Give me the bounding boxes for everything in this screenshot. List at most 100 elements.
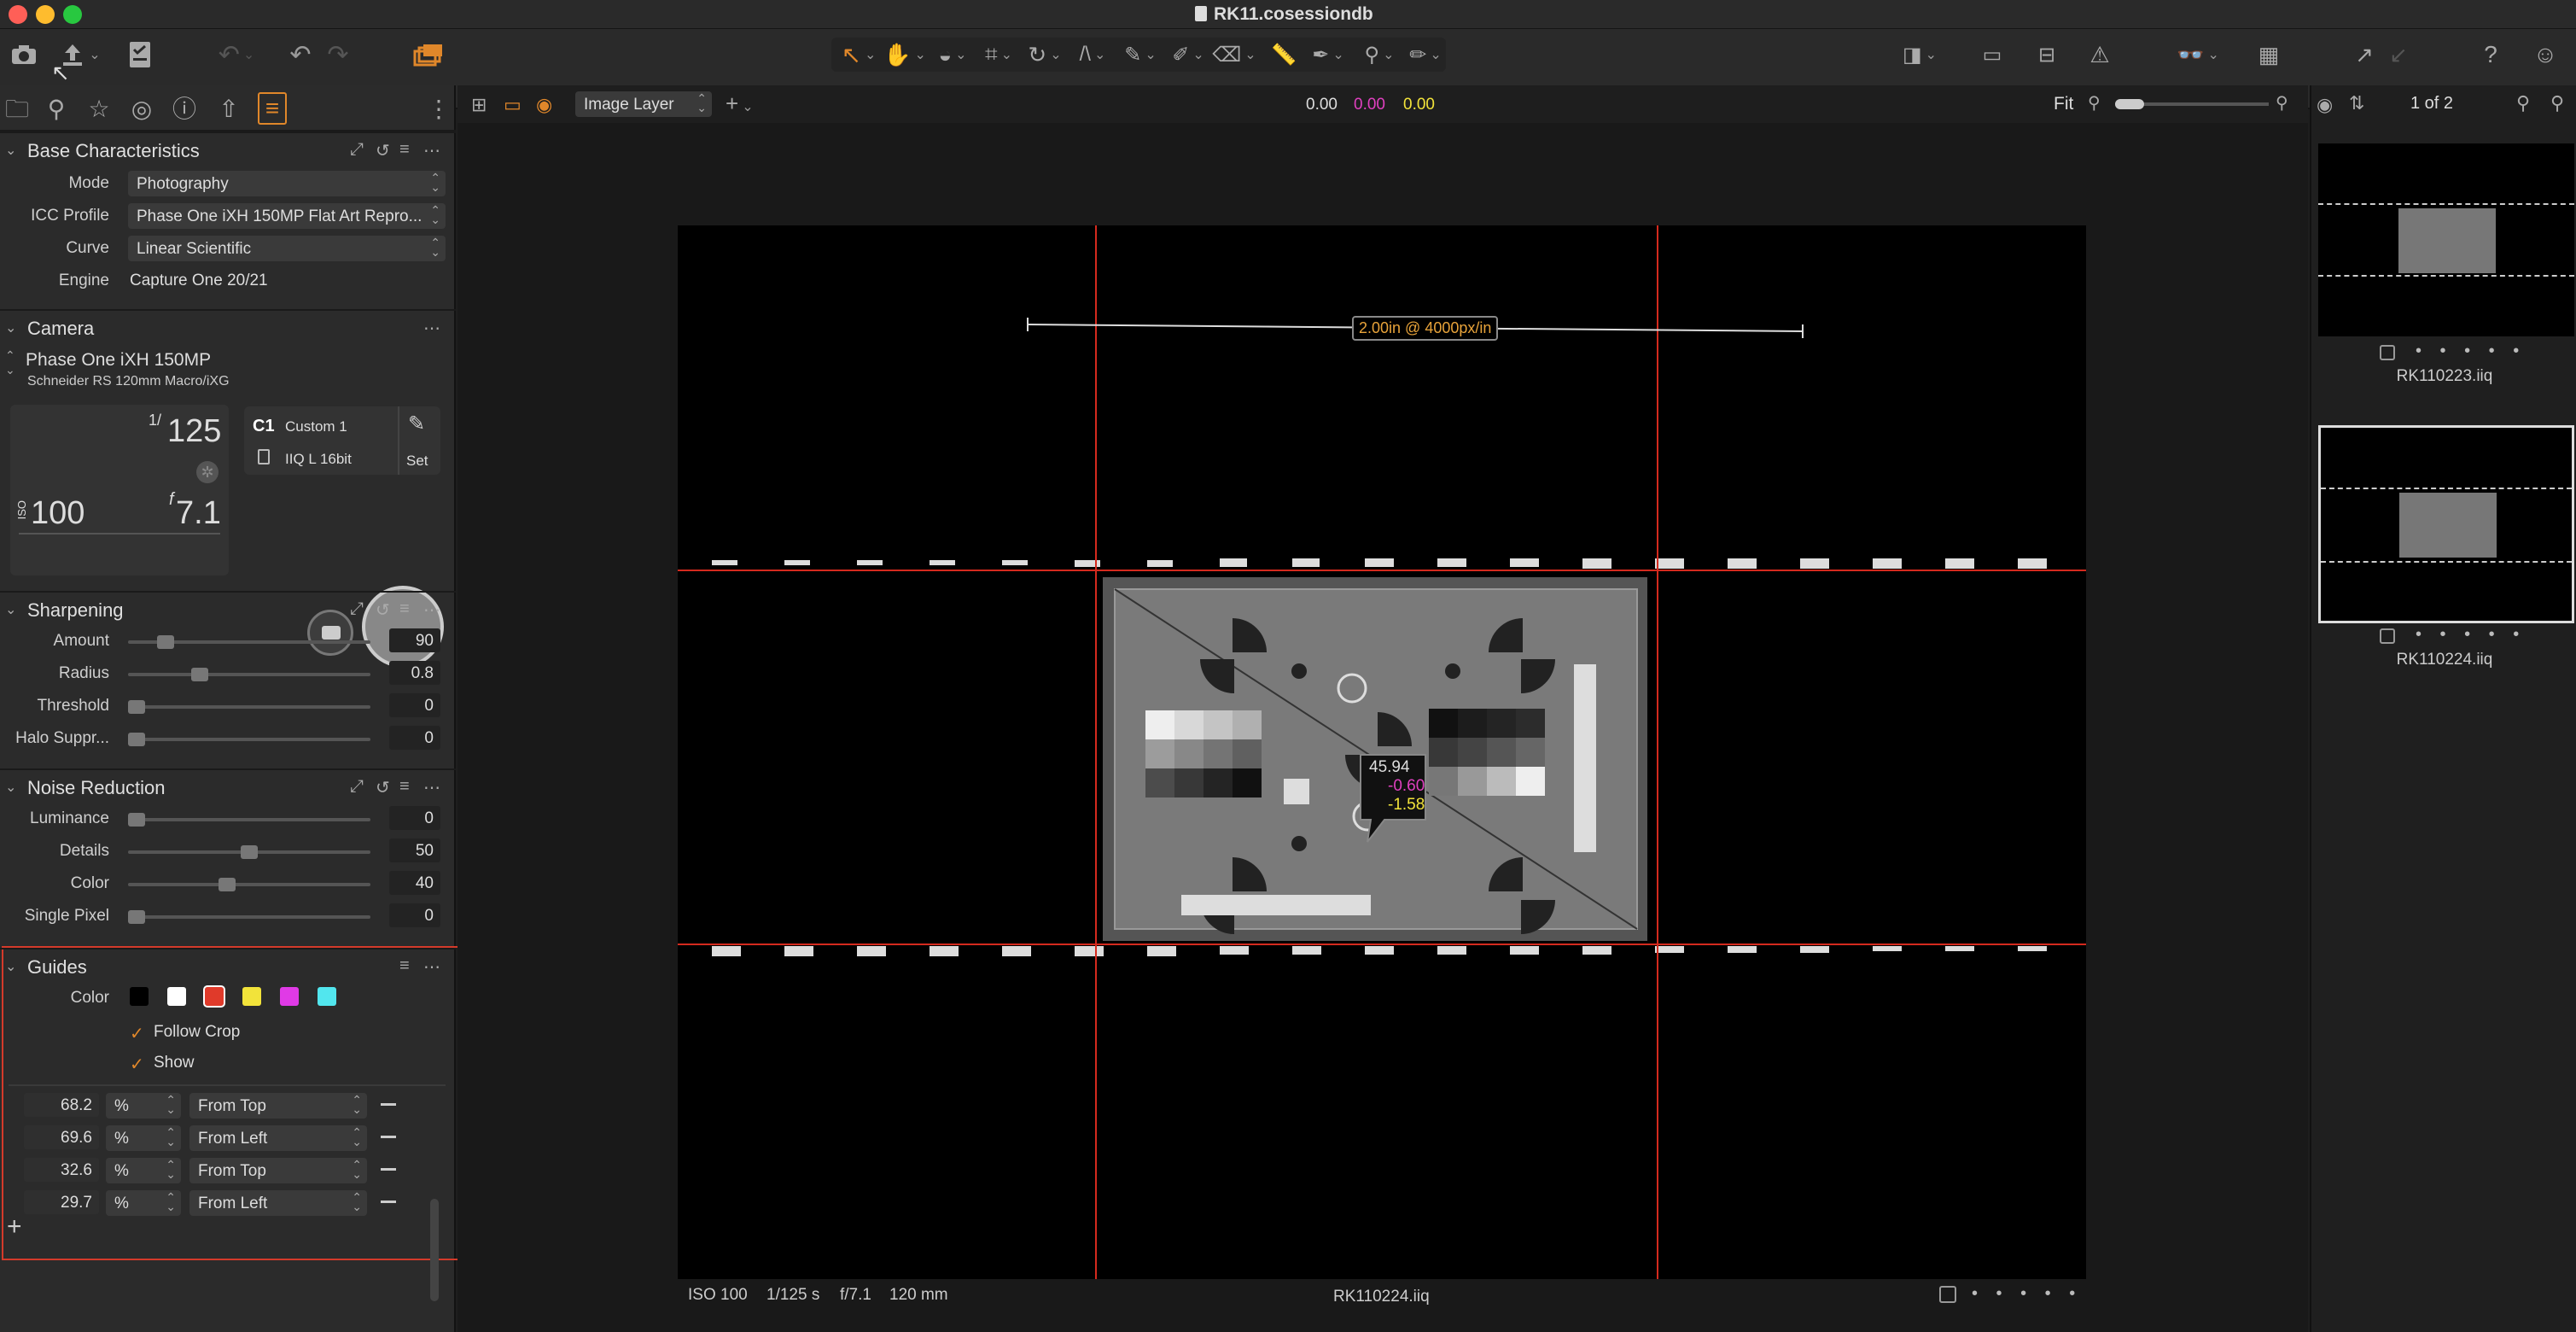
thumbnail-2-selected[interactable] — [2318, 425, 2574, 623]
proof-glasses-icon[interactable]: 👓 ⌄ — [2168, 39, 2228, 70]
slider-track[interactable] — [128, 733, 370, 746]
more-options-icon[interactable]: ⋯ — [423, 956, 440, 978]
edit-icon[interactable]: ▭ — [1977, 39, 2008, 70]
thumbnail-1-rating[interactable]: • • • • • — [2416, 342, 2526, 361]
slider-track[interactable] — [128, 845, 370, 859]
slider-track[interactable] — [128, 910, 370, 924]
thumbnail-1-checkbox[interactable] — [2380, 345, 2395, 360]
grid-view-icon[interactable]: ⊞ — [471, 94, 487, 116]
search-adjust-icon[interactable]: ⚲ — [39, 92, 73, 126]
collapse-chevron-icon[interactable]: ⌄ — [5, 779, 16, 796]
slider-value-field[interactable]: 0 — [389, 903, 440, 927]
slider-track[interactable] — [128, 668, 370, 681]
slider-value-field[interactable]: 0 — [389, 726, 440, 750]
presets-icon[interactable]: ≡ — [399, 777, 410, 797]
sharpening-header[interactable]: ⌄ Sharpening ⤢ ↺ ≡ ⋯ — [0, 591, 456, 625]
capture-preset-box[interactable]: C1 Custom 1 IIQ L 16bit ✎ Set — [244, 406, 440, 475]
guide-value-field[interactable]: 32.6 — [24, 1158, 99, 1182]
star-icon[interactable]: ☆ — [82, 92, 116, 126]
guide-unit-select[interactable]: % ⌃ ⌄ — [106, 1158, 181, 1183]
collapse-chevron-icon[interactable]: ⌄ — [5, 958, 16, 975]
slider-thumb[interactable] — [157, 635, 174, 649]
wb-picker-icon[interactable]: ⚲ ⌄ — [1357, 39, 1402, 70]
slider-track[interactable] — [128, 813, 370, 827]
checklist-icon[interactable] — [123, 38, 157, 72]
more-options-icon[interactable]: ⋯ — [423, 318, 440, 339]
aperture-value[interactable]: 7.1 — [176, 495, 221, 532]
close-window-button[interactable] — [9, 5, 27, 24]
curve-select[interactable]: Linear Scientific ⌃ ⌄ — [128, 236, 446, 261]
zoom-slider[interactable] — [2115, 99, 2269, 109]
thumbnail-1[interactable] — [2318, 143, 2574, 336]
guide-value-field[interactable]: 68.2 — [24, 1093, 99, 1117]
folder-icon[interactable]: 🗀 — [0, 92, 34, 126]
collapse-chevron-icon[interactable]: ⌄ — [5, 319, 16, 336]
guide-reference-select[interactable]: From Top ⌃ ⌄ — [189, 1093, 367, 1119]
reset-icon[interactable]: ↺ — [376, 599, 390, 621]
quick-tool-icon[interactable]: ⤢ — [350, 140, 364, 160]
guide-list-scrollbar[interactable] — [430, 1199, 439, 1301]
slider-value-field[interactable]: 0.8 — [389, 661, 440, 685]
add-guide-button[interactable]: + — [7, 1212, 22, 1241]
slider-thumb[interactable] — [219, 878, 236, 891]
annotate-icon[interactable]: ✏ ⌄ — [1405, 39, 1446, 70]
sort-icon[interactable]: ⇅ — [2349, 92, 2364, 114]
guides-grid-icon[interactable]: ▦ — [2253, 39, 2284, 70]
base-characteristics-header[interactable]: ⌄ Base Characteristics ⤢ ↺ ≡ ⋯ — [0, 131, 456, 166]
more-options-icon[interactable]: ⋯ — [423, 599, 440, 621]
zoom-icon[interactable]: ⚲ — [2550, 92, 2564, 114]
shutter-value[interactable]: 125 — [167, 413, 221, 450]
thumbnail-2-checkbox[interactable] — [2380, 628, 2395, 644]
slider-value-field[interactable]: 40 — [389, 871, 440, 895]
select-cursor-icon[interactable]: ↖ ⌄ — [838, 39, 879, 70]
eye-view-icon[interactable]: ◉ — [536, 94, 552, 116]
eye-icon[interactable]: ◉ — [2317, 94, 2333, 116]
single-view-icon[interactable]: ▭ — [504, 94, 522, 116]
guide-reference-select[interactable]: From Left ⌃ ⌄ — [189, 1190, 367, 1216]
camera-model[interactable]: Phase One iXH 150MP — [26, 350, 211, 371]
slider-value-field[interactable]: 0 — [389, 806, 440, 830]
gradient-brush-icon[interactable]: ✐ ⌄ — [1166, 39, 1210, 70]
loupe-icon[interactable]: ◒ ⌄ — [932, 39, 973, 70]
import-arrow-icon[interactable]: ↙ — [2383, 39, 2414, 70]
user-icon[interactable]: ☺ — [2530, 39, 2561, 70]
guide-color-swatch[interactable] — [167, 987, 186, 1006]
presets-icon[interactable]: ≡ — [399, 956, 410, 976]
collapse-chevron-icon[interactable]: ⌄ — [5, 601, 16, 618]
noise-reduction-header[interactable]: ⌄ Noise Reduction ⤢ ↺ ≡ ⋯ — [0, 768, 456, 803]
rotate-icon[interactable]: ↻ ⌄ — [1024, 39, 1065, 70]
guide-value-field[interactable]: 29.7 — [24, 1190, 99, 1214]
guide-unit-select[interactable]: % ⌃ ⌄ — [106, 1125, 181, 1151]
slider-thumb[interactable] — [191, 668, 208, 681]
image-canvas[interactable]: 2.00in @ 4000px/in 45.94 -0.60 -1.58 — [678, 225, 2086, 1279]
remove-guide-button[interactable] — [381, 1103, 396, 1106]
ruler-icon[interactable]: 📏 — [1268, 39, 1299, 70]
presets-icon[interactable]: ≡ — [399, 140, 410, 160]
slider-value-field[interactable]: 0 — [389, 693, 440, 717]
color-wheel-icon[interactable]: ◎ — [125, 92, 159, 126]
camera-header[interactable]: ⌄ Camera ⋯ — [0, 309, 456, 343]
view-mode-icon[interactable]: ◨ ⌄ — [1897, 39, 1943, 70]
guide-unit-select[interactable]: % ⌃ ⌄ — [106, 1190, 181, 1216]
warning-icon[interactable]: ⚠ — [2084, 39, 2115, 70]
rating-dots[interactable]: • • • • • — [1972, 1284, 2082, 1304]
slider-thumb[interactable] — [128, 813, 145, 827]
slider-track[interactable] — [128, 700, 370, 714]
guide-reference-select[interactable]: From Left ⌃ ⌄ — [189, 1125, 367, 1151]
thumbnail-2-rating[interactable]: • • • • • — [2416, 625, 2526, 645]
undo-icon[interactable]: ↶ — [283, 38, 318, 72]
details-icon[interactable]: ≡ — [258, 92, 287, 125]
layer-select[interactable]: Image Layer ⌃ ⌄ — [575, 91, 712, 117]
zoom-slider-thumb[interactable] — [2115, 99, 2144, 109]
pan-hand-icon[interactable]: ✋ ⌄ — [883, 39, 926, 70]
more-options-icon[interactable]: ⋯ — [423, 777, 440, 798]
guide-reference-select[interactable]: From Top ⌃ ⌄ — [189, 1158, 367, 1183]
slider-thumb[interactable] — [241, 845, 258, 859]
guides-header[interactable]: ⌄ Guides ≡ ⋯ — [0, 948, 456, 982]
quick-tool-icon[interactable]: ⤢ — [350, 777, 364, 797]
guide-value-field[interactable]: 69.6 — [24, 1125, 99, 1149]
presets-icon[interactable]: ≡ — [399, 599, 410, 619]
slider-track[interactable] — [128, 878, 370, 891]
color-picker-icon[interactable]: ✒ ⌄ — [1306, 39, 1350, 70]
collapse-chevron-icon[interactable]: ⌄ — [5, 142, 16, 159]
